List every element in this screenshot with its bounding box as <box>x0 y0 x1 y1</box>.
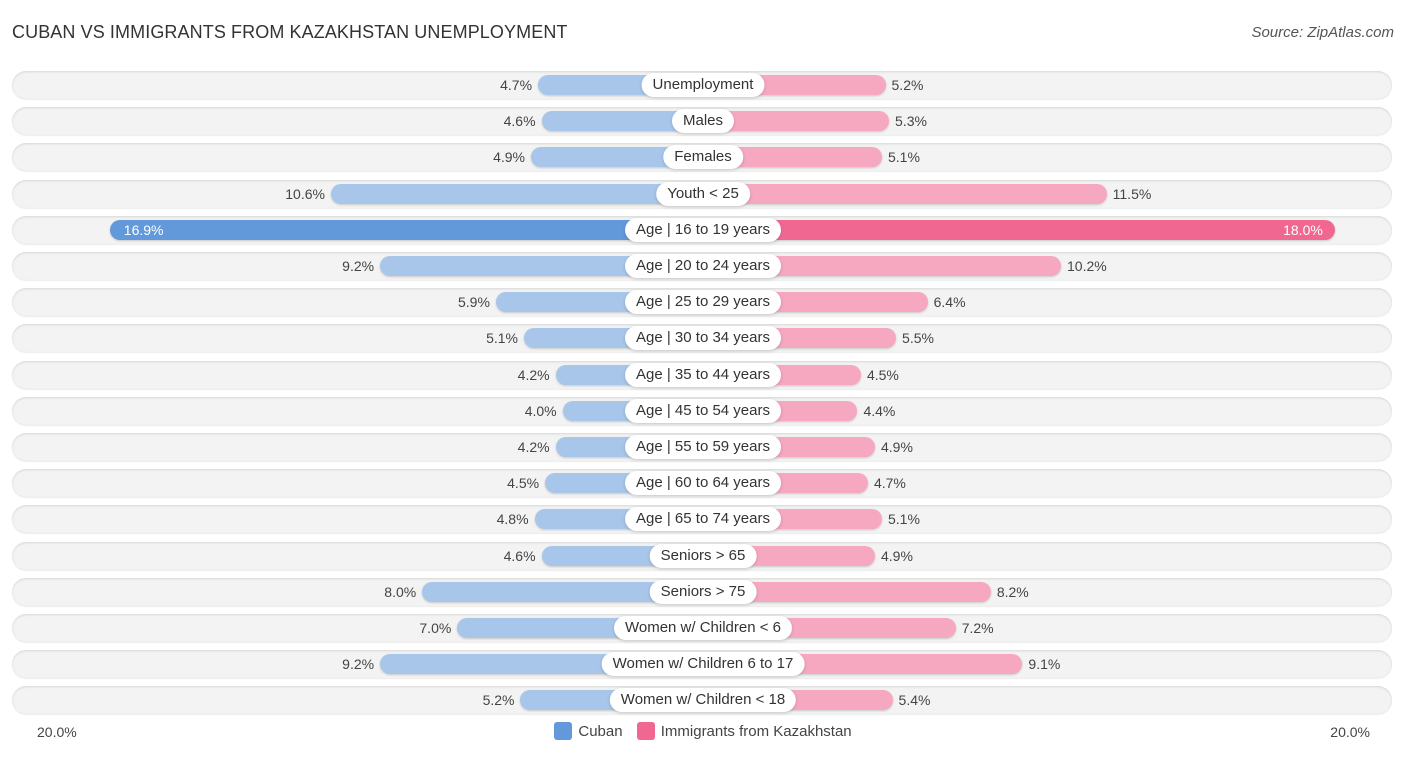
legend: Cuban Immigrants from Kazakhstan <box>0 722 1406 744</box>
bar-kazakhstan[interactable] <box>703 183 1107 204</box>
value-label-cuban: 7.0% <box>419 620 452 636</box>
value-label-kazakhstan: 4.9% <box>880 439 913 455</box>
legend-swatch-cuban <box>554 722 573 740</box>
value-label-kazakhstan: 9.1% <box>1028 656 1061 673</box>
category-label: Age | 30 to 34 years <box>625 326 781 351</box>
value-label-kazakhstan: 4.9% <box>880 547 913 564</box>
bar-cuban[interactable] <box>109 219 703 240</box>
category-label: Age | 35 to 44 years <box>625 362 781 387</box>
value-label-cuban: 4.7% <box>500 77 533 93</box>
value-label-cuban: 8.0% <box>384 583 417 600</box>
value-label-kazakhstan: 5.1% <box>888 149 920 166</box>
value-label-kazakhstan: 4.4% <box>863 402 896 419</box>
value-label-cuban: 4.5% <box>507 475 540 492</box>
value-label-kazakhstan: 4.5% <box>866 366 899 383</box>
category-label: Women w/ Children < 18 <box>609 688 797 713</box>
legend-label-kazakhstan: Immigrants from Kazakhstan <box>660 722 852 740</box>
bar-kazakhstan[interactable] <box>703 219 1335 240</box>
value-label-cuban: 4.6% <box>503 113 536 130</box>
diverging-bar-chart: 4.7% 5.2% Unemployment 4.6% 5.3% Males 4.9% 5.1… <box>0 0 1406 757</box>
legend-label-cuban: Cuban <box>578 722 623 740</box>
category-label: Age | 20 to 24 years <box>625 254 781 278</box>
category-label: Males <box>671 109 735 134</box>
value-label-cuban: 5.2% <box>482 692 515 709</box>
category-label: Age | 45 to 54 years <box>625 398 781 423</box>
category-label: Unemployment <box>641 73 765 97</box>
value-label-cuban: 4.0% <box>524 402 557 419</box>
value-label-kazakhstan: 6.4% <box>933 294 966 311</box>
value-label-cuban: 4.2% <box>517 439 550 455</box>
value-label-cuban: 9.2% <box>342 258 375 274</box>
value-label-kazakhstan: 11.5% <box>1112 185 1152 202</box>
bar-cuban[interactable] <box>330 183 703 204</box>
value-label-kazakhstan: 4.7% <box>873 475 906 492</box>
category-label: Seniors > 75 <box>649 579 757 604</box>
value-label-kazakhstan: 5.3% <box>895 113 927 130</box>
value-label-cuban: 4.9% <box>493 149 526 166</box>
category-label: Age | 55 to 59 years <box>625 435 781 459</box>
value-label-kazakhstan: 5.5% <box>902 330 934 347</box>
value-label-cuban: 9.2% <box>342 656 375 673</box>
value-label-cuban: 10.6% <box>285 185 325 202</box>
value-label-kazakhstan: 8.2% <box>996 583 1029 600</box>
category-label: Age | 60 to 64 years <box>625 471 781 496</box>
category-label: Seniors > 65 <box>649 543 757 568</box>
value-label-cuban: 4.8% <box>496 511 529 528</box>
category-label: Women w/ Children < 6 <box>613 616 793 640</box>
category-label: Women w/ Children 6 to 17 <box>601 652 805 677</box>
value-label-cuban: 4.6% <box>503 547 536 564</box>
legend-item-kazakhstan[interactable]: Immigrants from Kazakhstan <box>636 722 852 740</box>
category-label: Age | 25 to 29 years <box>625 290 781 315</box>
value-label-cuban: 16.9% <box>123 221 164 238</box>
value-label-cuban: 4.2% <box>517 366 550 383</box>
value-label-kazakhstan: 5.2% <box>891 77 924 93</box>
value-label-kazakhstan: 5.4% <box>898 692 931 709</box>
value-label-cuban: 5.1% <box>486 330 518 347</box>
legend-swatch-kazakhstan <box>636 722 655 740</box>
legend-item-cuban[interactable]: Cuban <box>554 722 623 740</box>
category-label: Age | 16 to 19 years <box>625 217 781 242</box>
value-label-kazakhstan: 18.0% <box>1283 221 1323 238</box>
value-label-cuban: 5.9% <box>458 294 490 311</box>
category-label: Age | 65 to 74 years <box>625 507 781 532</box>
value-label-kazakhstan: 10.2% <box>1067 258 1107 274</box>
value-label-kazakhstan: 7.2% <box>961 620 994 636</box>
category-label: Youth < 25 <box>656 181 750 206</box>
category-label: Females <box>663 145 743 170</box>
value-label-kazakhstan: 5.1% <box>888 511 920 528</box>
